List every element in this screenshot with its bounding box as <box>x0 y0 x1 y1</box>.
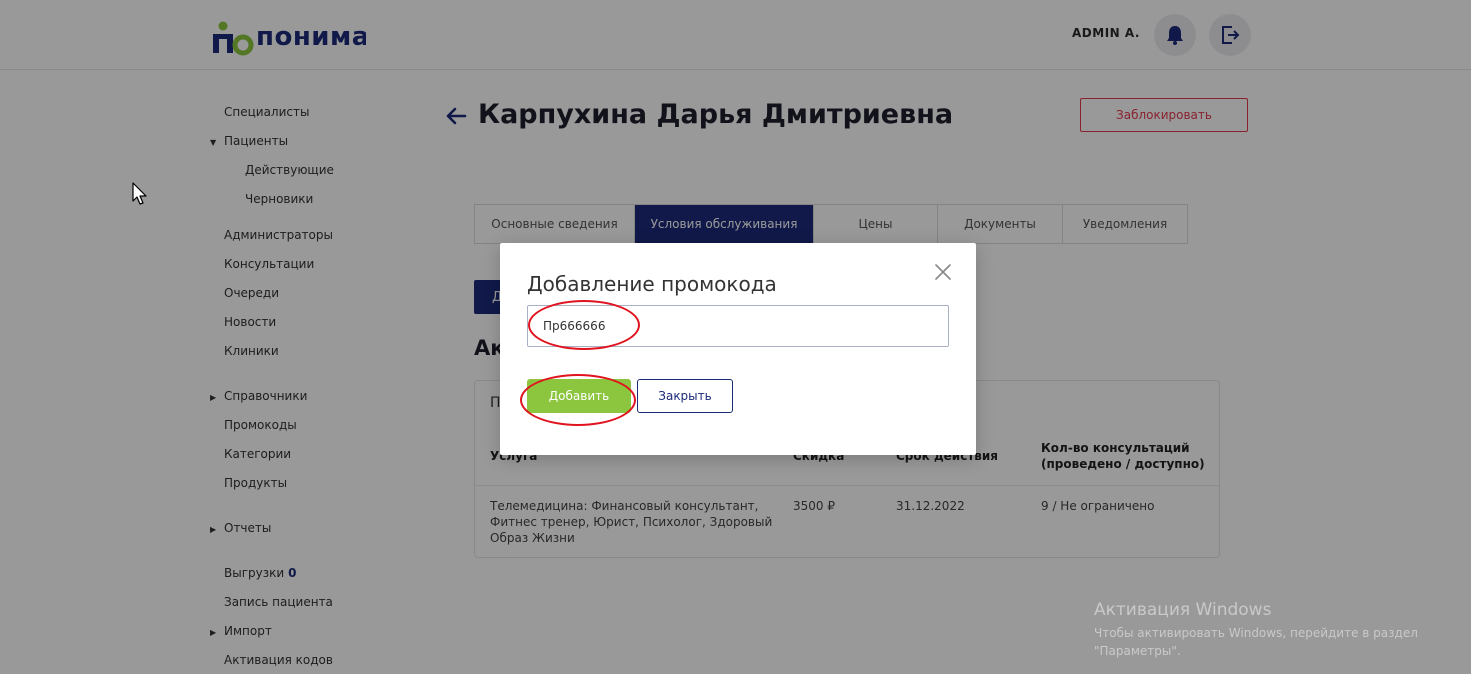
windows-activation-watermark: Активация Windows Чтобы активировать Win… <box>1094 600 1454 660</box>
mouse-cursor-icon <box>132 182 147 205</box>
watermark-title: Активация Windows <box>1094 600 1272 620</box>
app-root: понимаю ADMIN A. Специалисты ▼Пациенты Д… <box>0 0 1471 674</box>
close-button[interactable]: Закрыть <box>637 379 733 413</box>
close-icon[interactable] <box>934 263 952 281</box>
modal-title: Добавление промокода <box>527 272 777 296</box>
promocode-input[interactable] <box>527 305 949 347</box>
add-button[interactable]: Добавить <box>527 379 631 413</box>
add-promocode-modal: Добавление промокода Добавить Закрыть <box>500 243 976 455</box>
watermark-subtitle: Чтобы активировать Windows, перейдите в … <box>1094 626 1418 658</box>
